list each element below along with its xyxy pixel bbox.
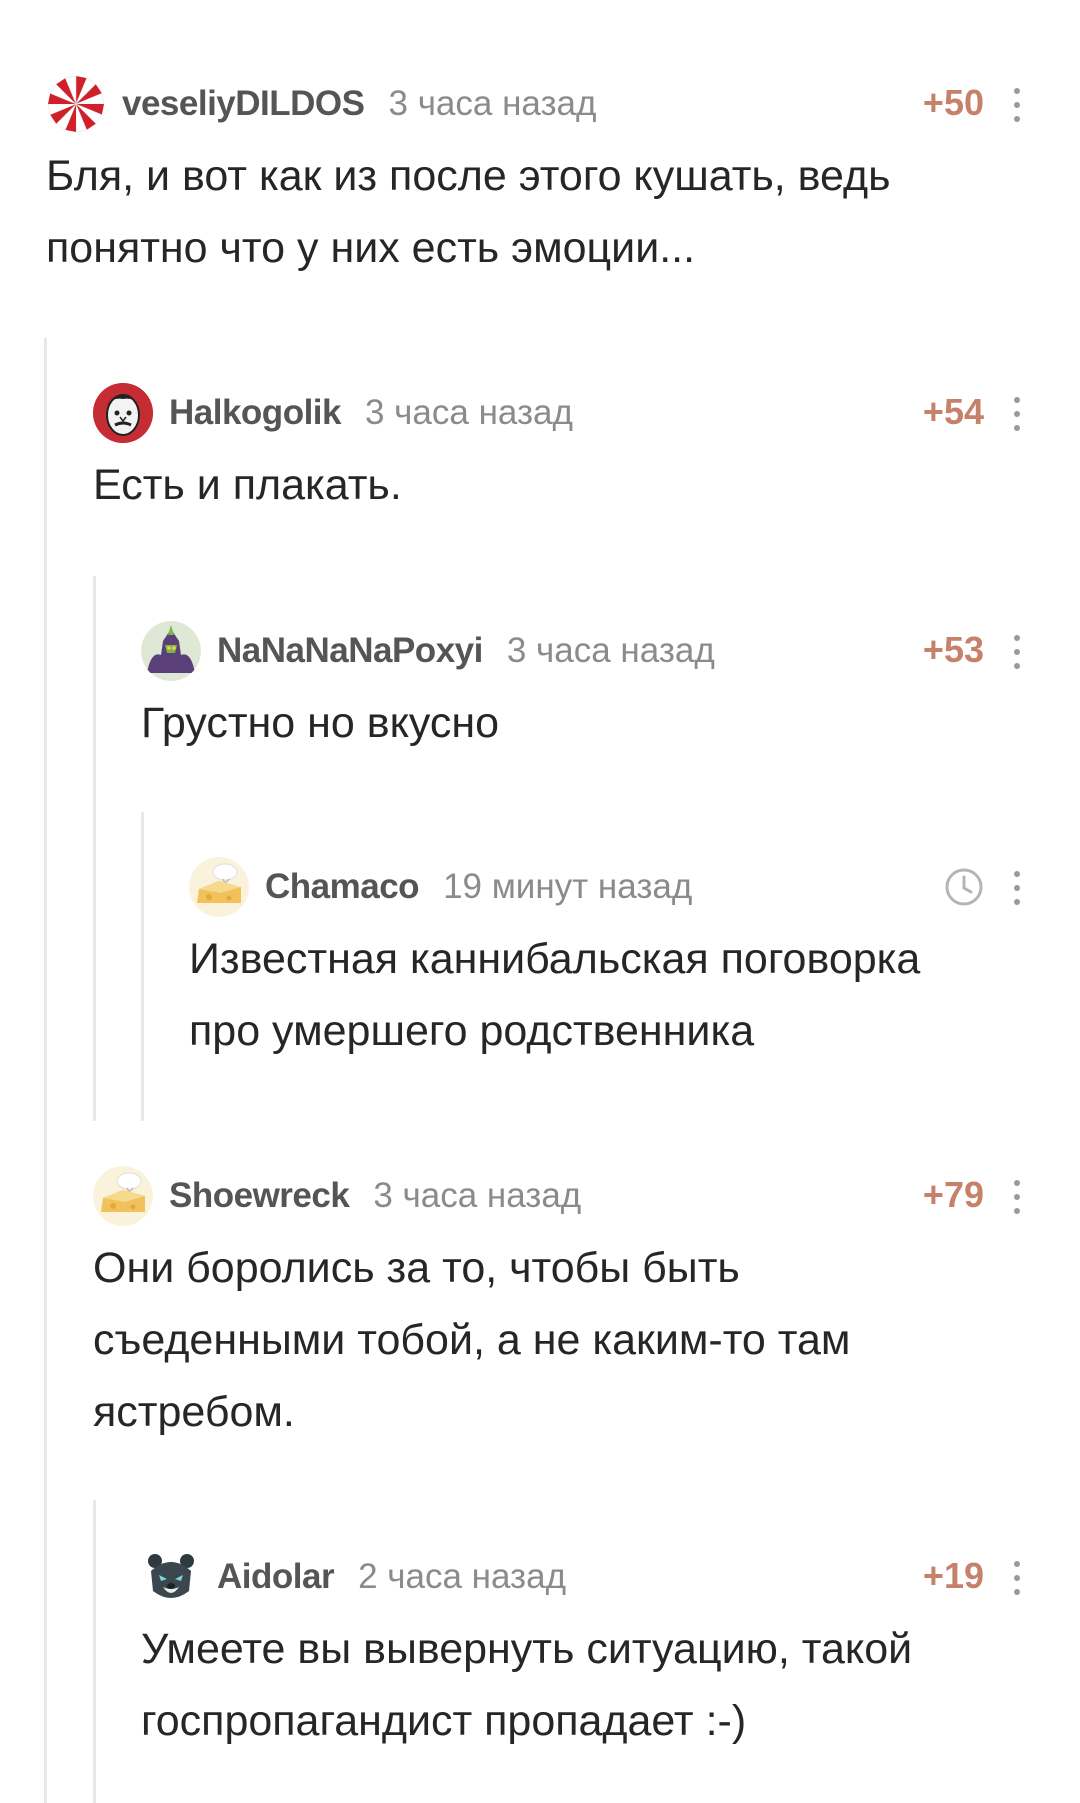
comment-text-line: съеденными тобой, а не каким-то там <box>93 1316 851 1364</box>
author-name[interactable]: Aidolar <box>217 1557 335 1597</box>
comment-header: Halkogolik 3 часа назад +54 <box>93 383 1080 443</box>
more-options-icon[interactable] <box>1012 1180 1022 1214</box>
comment-time[interactable]: 3 часа назад <box>365 393 573 433</box>
cheese-avatar-icon[interactable] <box>189 857 249 917</box>
comment-text-line: Известная каннибальская поговорка <box>189 935 921 983</box>
comment-text: Известная каннибальская поговорка про ум… <box>189 923 1080 1067</box>
man-portrait-icon[interactable] <box>93 383 153 443</box>
thread-line-level-2b[interactable] <box>93 1500 96 1803</box>
thread-line-level-2[interactable] <box>93 576 96 1121</box>
comment: Aidolar 2 часа назад +19 Умеете вы вывер… <box>141 1547 1080 1757</box>
more-options-icon[interactable] <box>1012 635 1022 669</box>
more-options-icon[interactable] <box>1012 871 1022 905</box>
author-name[interactable]: Halkogolik <box>169 393 341 433</box>
cheese-avatar-icon[interactable] <box>93 1166 153 1226</box>
comment-rating[interactable]: +79 <box>923 1174 984 1216</box>
comment-text: Они боролись за то, чтобы быть съеденным… <box>93 1232 1080 1448</box>
comment: Shoewreck 3 часа назад +79 Они боролись … <box>93 1166 1080 1448</box>
more-options-icon[interactable] <box>1012 397 1022 431</box>
comment: veseliyDILDOS 3 часа назад +50 Бля, и во… <box>46 74 1080 284</box>
comment: Halkogolik 3 часа назад +54 Есть и плака… <box>93 383 1080 521</box>
comment-text-line: Умеете вы вывернуть ситуацию, такой <box>141 1625 913 1673</box>
comment-text: Есть и плакать. <box>93 449 1080 521</box>
comment-thread: veseliyDILDOS 3 часа назад +50 Бля, и во… <box>0 0 1080 1803</box>
comment-text-line: Бля, и вот как из после этого кушать, ве… <box>46 152 891 200</box>
comment-text-line: госпропагандист пропадает :-) <box>141 1697 747 1745</box>
umbrella-logo-icon[interactable] <box>46 74 106 134</box>
comment-text-line: про умершего родственника <box>189 1007 755 1055</box>
comment-text-line: понятно что у них есть эмоции... <box>46 224 696 272</box>
author-name[interactable]: Chamaco <box>265 867 420 907</box>
author-name[interactable]: veseliyDILDOS <box>122 84 365 124</box>
more-options-icon[interactable] <box>1012 1561 1022 1595</box>
comment-text-line: Грустно но вкусно <box>141 699 500 747</box>
author-name[interactable]: NaNaNaNaPoxyi <box>217 631 483 671</box>
comment-rating[interactable]: +53 <box>923 629 984 671</box>
comment-header: NaNaNaNaPoxyi 3 часа назад +53 <box>141 621 1080 681</box>
comment-time[interactable]: 3 часа назад <box>507 631 715 671</box>
comment-text: Бля, и вот как из после этого кушать, ве… <box>46 140 1080 284</box>
more-options-icon[interactable] <box>1012 88 1022 122</box>
robot-avatar-icon[interactable] <box>141 621 201 681</box>
author-name[interactable]: Shoewreck <box>169 1176 350 1216</box>
comment-rating[interactable]: +50 <box>923 82 984 124</box>
comment: Chamaco 19 минут назад Известная канниба… <box>189 857 1080 1067</box>
comment-text-line: ястребом. <box>93 1388 295 1436</box>
comment-header: veseliyDILDOS 3 часа назад +50 <box>46 74 1080 134</box>
comment-text-line: Они боролись за то, чтобы быть <box>93 1244 740 1292</box>
comment-text: Грустно но вкусно <box>141 687 1080 759</box>
comment-time[interactable]: 19 минут назад <box>443 867 692 907</box>
comment-header: Aidolar 2 часа назад +19 <box>141 1547 1080 1607</box>
comment-time[interactable]: 3 часа назад <box>373 1176 581 1216</box>
clock-icon[interactable] <box>944 867 984 907</box>
comment-time[interactable]: 2 часа назад <box>358 1557 566 1597</box>
comment-time[interactable]: 3 часа назад <box>389 84 597 124</box>
comment: NaNaNaNaPoxyi 3 часа назад +53 Грустно н… <box>141 621 1080 759</box>
thread-line-level-3[interactable] <box>141 812 144 1121</box>
comment-header: Shoewreck 3 часа назад +79 <box>93 1166 1080 1226</box>
comment-text-line: Есть и плакать. <box>93 461 402 509</box>
comment-text: Умеете вы вывернуть ситуацию, такой госп… <box>141 1613 1080 1757</box>
comment-rating[interactable]: +19 <box>923 1555 984 1597</box>
comment-header: Chamaco 19 минут назад <box>189 857 1080 917</box>
comment-rating[interactable]: +54 <box>923 391 984 433</box>
thread-line-level-1[interactable] <box>44 338 47 1803</box>
bear-avatar-icon[interactable] <box>141 1547 201 1607</box>
